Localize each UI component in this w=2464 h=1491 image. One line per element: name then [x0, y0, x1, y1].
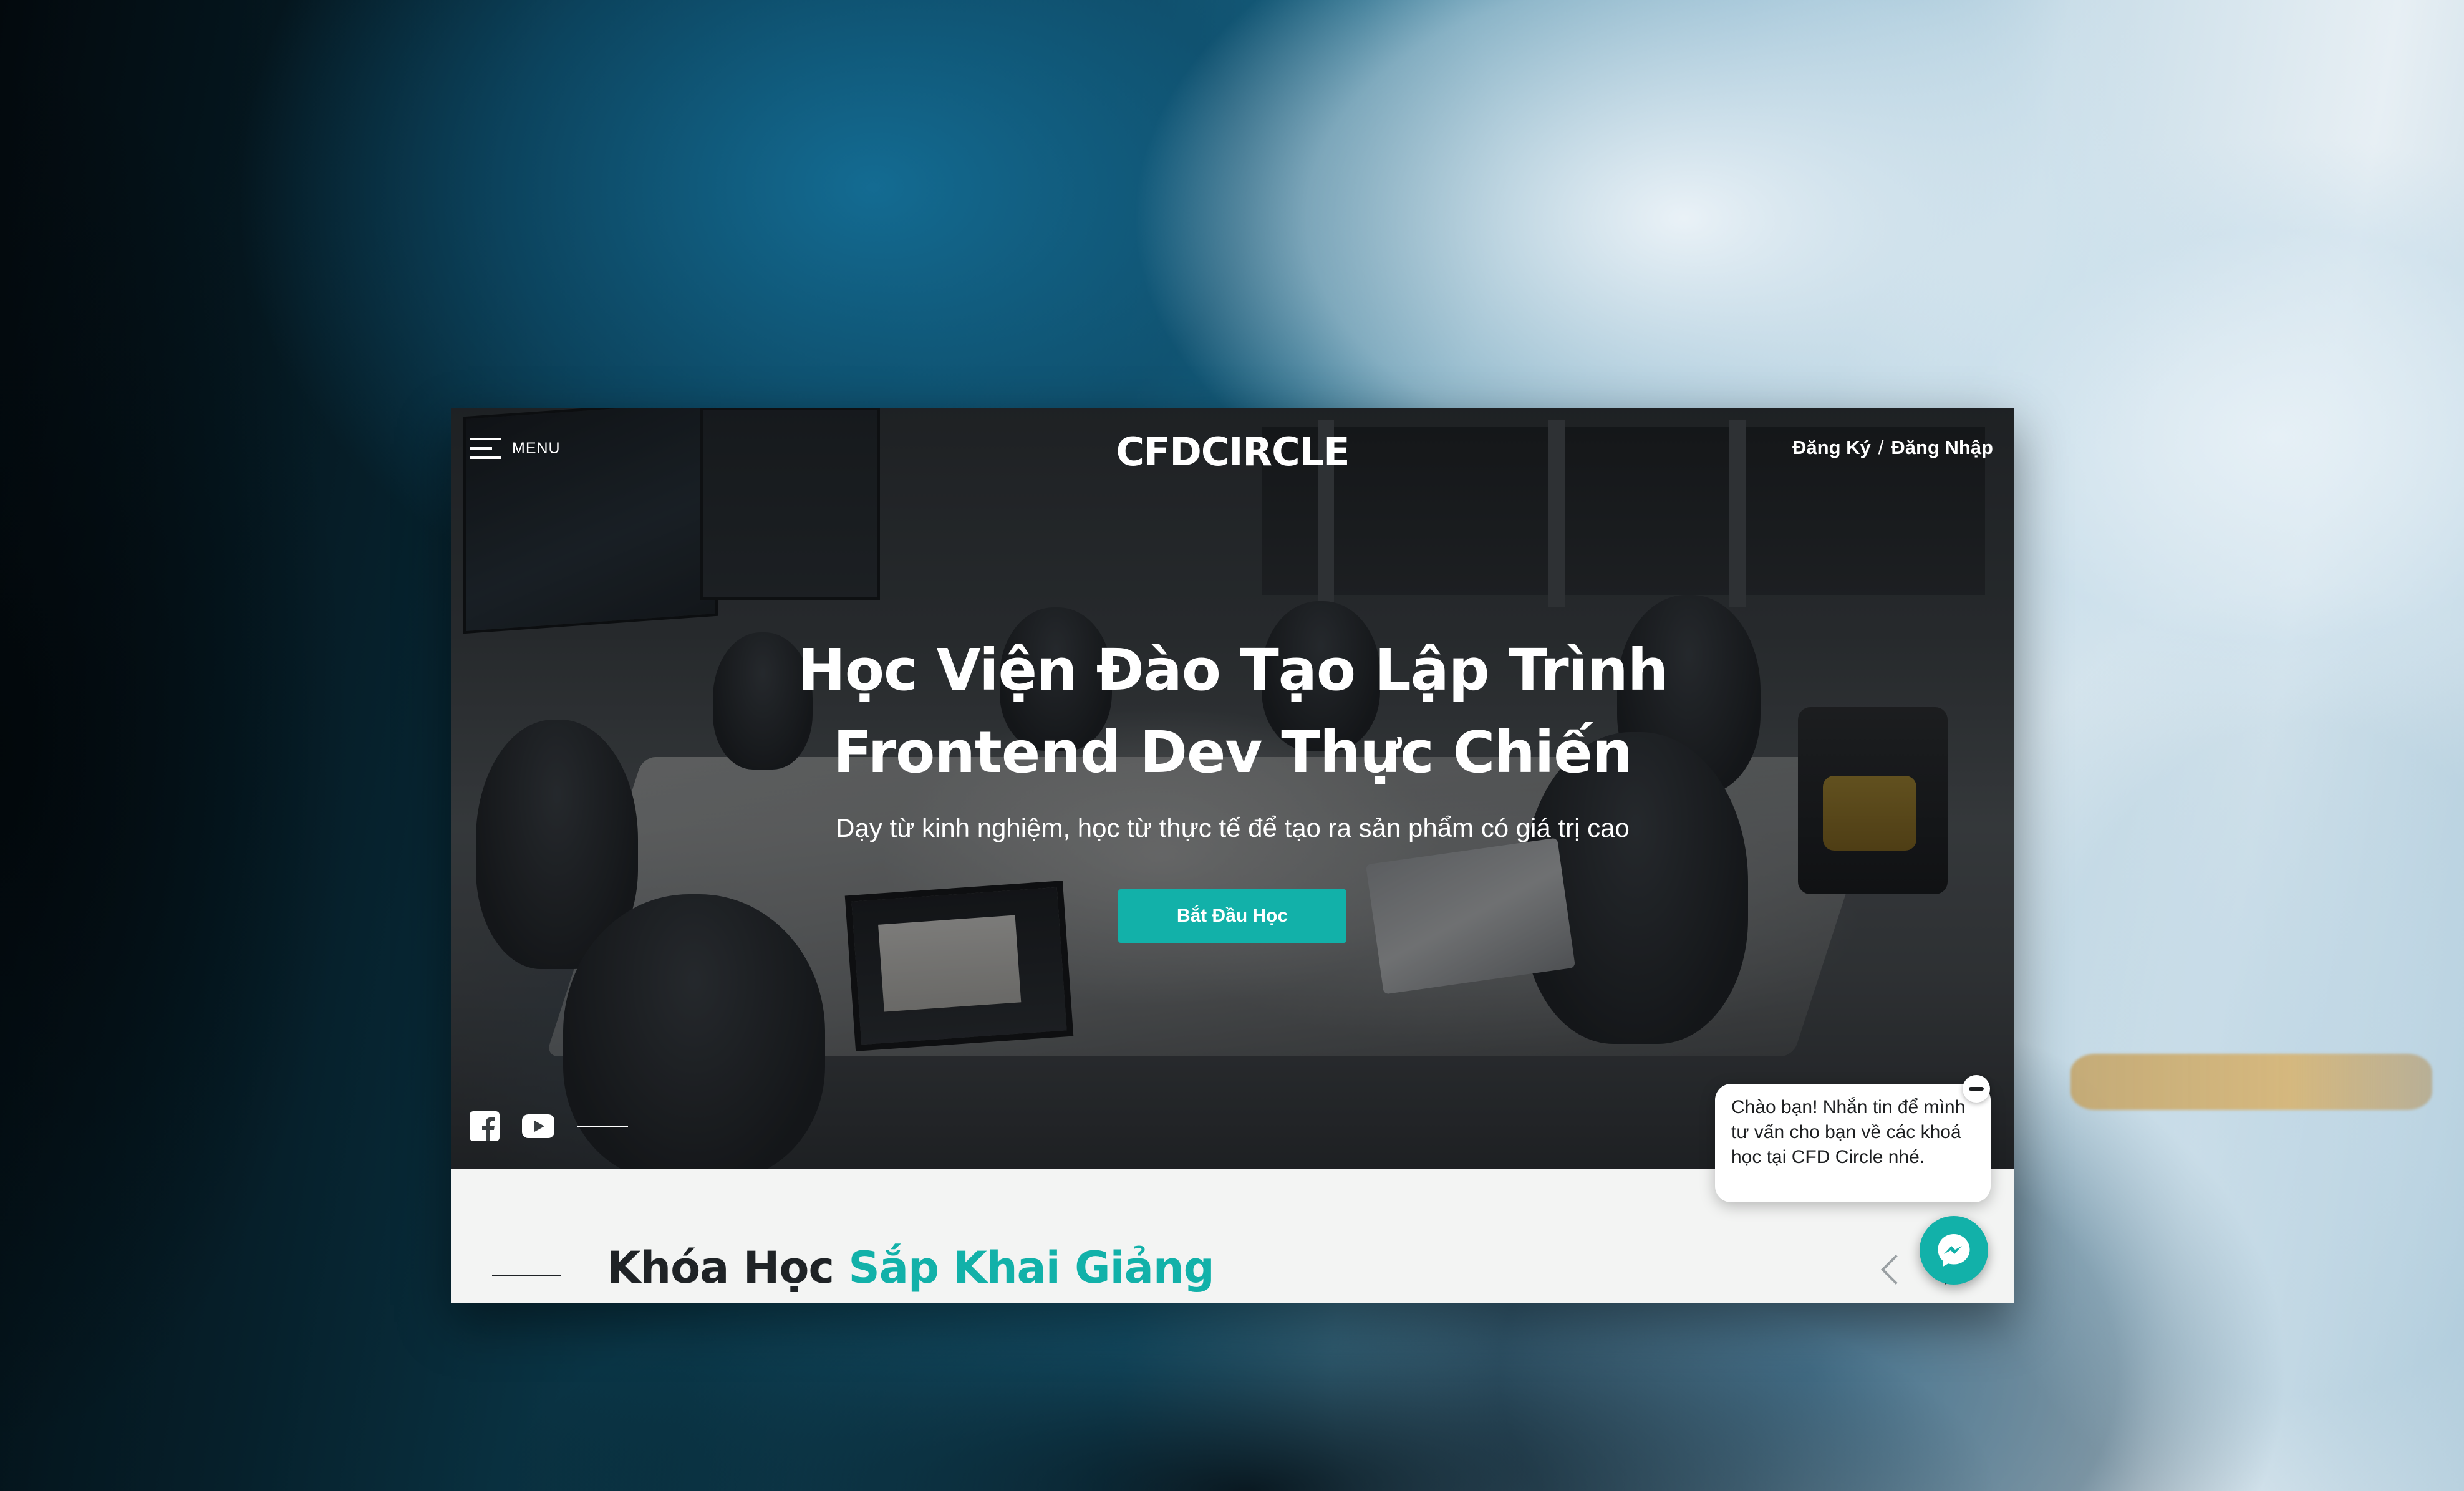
auth-links: Đăng Ký / Đăng Nhập	[1792, 437, 1993, 459]
section-divider-line	[492, 1275, 561, 1276]
section-title-accent: Sắp Khai Giảng	[848, 1242, 1214, 1293]
messenger-button[interactable]	[1920, 1216, 1988, 1285]
close-chat-icon[interactable]	[1963, 1075, 1990, 1103]
hero-title-line: Frontend Dev Thực Chiến	[833, 719, 1633, 786]
social-links	[470, 1111, 628, 1141]
register-link[interactable]: Đăng Ký	[1792, 437, 1871, 459]
login-link[interactable]: Đăng Nhập	[1891, 437, 1993, 459]
hero-subtitle: Dạy từ kinh nghiệm, học từ thực tế để tạ…	[836, 813, 1630, 842]
youtube-icon[interactable]	[522, 1114, 554, 1138]
section-title-part: Khóa Học	[607, 1242, 834, 1293]
background-beach-strip	[2070, 1054, 2432, 1110]
social-divider-line	[577, 1125, 628, 1127]
auth-separator: /	[1878, 437, 1884, 458]
site-logo[interactable]: CFDCIRCLE	[451, 429, 2014, 475]
hero-section: MENU CFDCIRCLE Đăng Ký / Đăng Nhập Học V…	[451, 408, 2014, 1169]
start-learning-button[interactable]: Bắt Đầu Học	[1118, 889, 1346, 943]
messenger-icon	[1938, 1234, 1970, 1267]
facebook-icon[interactable]	[470, 1111, 500, 1141]
hero-title: Học Viện Đào Tạo Lập Trình Frontend Dev …	[451, 629, 2014, 794]
section-title: Khóa Học Sắp Khai Giảng	[607, 1242, 1215, 1293]
carousel-prev-icon[interactable]	[1880, 1254, 1911, 1285]
hero-title-line: Học Viện Đào Tạo Lập Trình	[797, 637, 1668, 703]
chat-greeting-bubble[interactable]: Chào bạn! Nhắn tin để mình tư vấn cho bạ…	[1715, 1084, 1991, 1202]
